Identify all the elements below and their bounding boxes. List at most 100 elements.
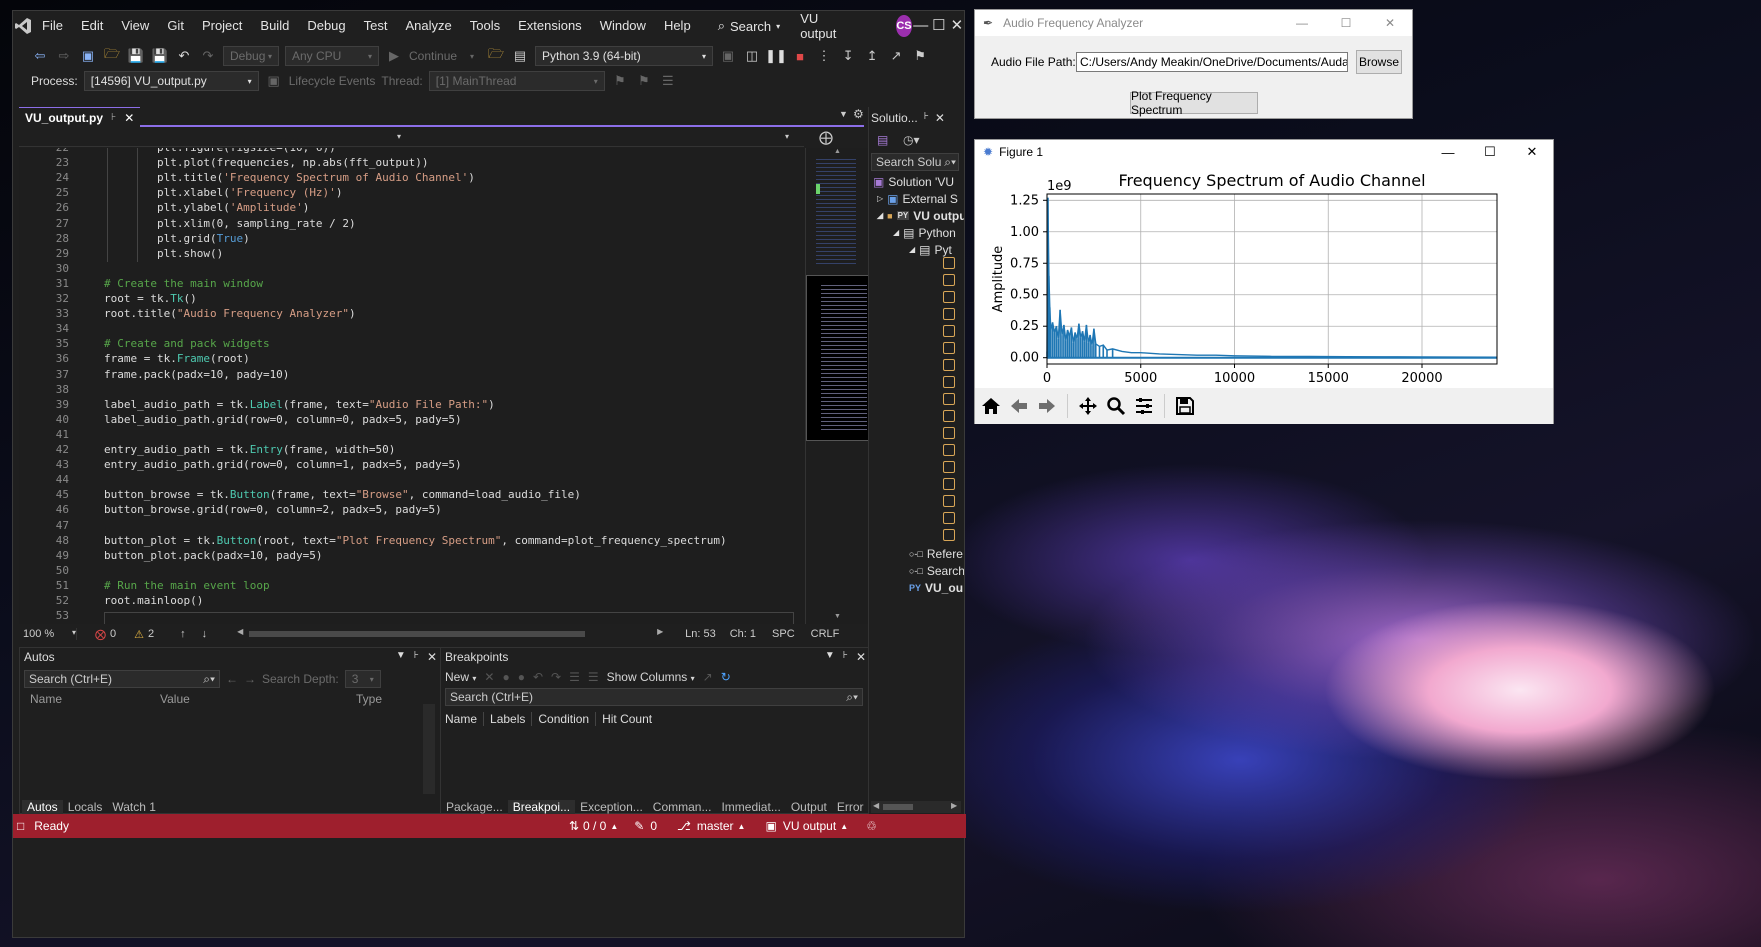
code-line[interactable]: 35 # Create and pack widgets [19,336,799,351]
tree-item-references[interactable]: ○-□ Refere [909,545,963,562]
toggle-all-icon[interactable]: ● [518,670,525,684]
package-icon[interactable] [943,512,955,524]
pan-icon[interactable] [1076,394,1100,418]
package-icon[interactable] [943,291,955,303]
menu-test[interactable]: Test [355,11,397,41]
branch-name[interactable]: master [697,819,734,833]
code-line[interactable]: 41 [19,427,799,442]
menu-git[interactable]: Git [158,11,193,41]
code-line[interactable]: 37 frame.pack(padx=10, pady=10) [19,367,799,382]
package-icon[interactable] [943,393,955,405]
step-into-icon[interactable]: ↧ [839,47,857,65]
platform-dropdown[interactable]: Any CPU ▾ [285,46,379,66]
tree-item-python-env[interactable]: ◢ ▤ Pyt [909,241,952,258]
error-count[interactable]: 0 [110,628,116,640]
minimap-viewport[interactable] [806,275,872,441]
save-icon[interactable] [1173,394,1197,418]
minimize-button[interactable]: — [912,11,930,41]
audio-path-input[interactable]: C:/Users/Andy Meakin/OneDrive/Documents/… [1076,52,1348,72]
continue-button[interactable]: Continue [409,49,457,63]
chevron-down-icon[interactable]: ▾ [463,47,481,65]
collapse-icon[interactable]: ◢ [893,228,899,237]
pin-icon[interactable]: ⊦ [924,111,929,125]
code-line[interactable]: 31 # Create the main window [19,276,799,291]
package-icon[interactable] [943,495,955,507]
new-project-icon[interactable]: ▣ [79,47,97,65]
column-labels[interactable]: Labels [484,712,533,726]
scroll-left-icon[interactable]: ◀ [237,627,243,636]
scroll-right-icon[interactable]: ▶ [951,801,957,810]
package-icon[interactable] [943,274,955,286]
minimize-button[interactable]: — [1280,16,1324,30]
package-icon[interactable] [943,325,955,337]
package-icon[interactable] [943,461,955,473]
new-breakpoint-button[interactable]: New ▾ [445,670,476,684]
code-line[interactable]: 34 [19,321,799,336]
package-icon[interactable] [943,444,955,456]
code-line[interactable]: 47 [19,518,799,533]
char-indicator[interactable]: Ch: 1 [730,628,756,640]
column-name[interactable]: Name [445,712,485,726]
column-name[interactable]: Name [30,692,160,706]
menu-build[interactable]: Build [251,11,298,41]
tab-list-dropdown-icon[interactable]: ▼ [839,109,848,119]
layout-icon[interactable]: ◫ [743,47,761,65]
warning-count[interactable]: 2 [148,628,154,640]
code-line[interactable]: 49 button_plot.pack(padx=10, pady=5) [19,548,799,563]
code-line[interactable]: 40 label_audio_path.grid(row=0, column=0,… [19,412,799,427]
spectrum-chart[interactable]: 0 5000 10000 15000 20000 0.00 0.25 0.50 0.75 1.00… [975,164,1553,388]
menu-file[interactable]: File [33,11,72,41]
close-icon[interactable]: ✕ [935,111,945,125]
step-out-icon[interactable]: ↥ [863,47,881,65]
toggle-icon[interactable]: ● [502,670,509,684]
pin-icon[interactable]: ⊦ [414,650,419,664]
git-sync-icon[interactable]: ⇅ [569,819,579,833]
open-folder-icon[interactable]: 🗁 [103,46,121,65]
search-depth-dropdown[interactable]: 3 ▾ [344,670,381,688]
code-line[interactable]: 26 plt.ylabel('Amplitude') [19,200,799,215]
thread-dropdown[interactable]: [1] MainThread ▾ [428,71,605,91]
refresh-icon[interactable]: ↻ [721,670,731,684]
history-icon[interactable]: ◷▾ [903,133,920,147]
minimap[interactable]: ▲ ▼ [805,148,872,624]
code-line[interactable]: 27 plt.xlim(0, sampling_rate / 2) [19,216,799,231]
horizontal-scrollbar[interactable]: ◀ ▶ [237,627,667,639]
notification-bell-icon[interactable]: ♲ [866,819,877,833]
dropdown-icon[interactable]: ▼ [396,650,406,664]
package-icon[interactable] [943,342,955,354]
configuration-dropdown[interactable]: Debug ▾ [223,46,279,66]
code-line[interactable]: 30 [19,261,799,276]
feedback-icon[interactable]: ⚑ [911,47,929,65]
package-icon[interactable] [943,257,955,269]
close-button[interactable]: ✕ [1511,144,1553,160]
gear-icon[interactable]: ⚙ [853,107,864,121]
pin-icon[interactable]: ⊦ [843,650,848,664]
close-icon[interactable]: ✕ [427,650,437,664]
vertical-scrollbar[interactable] [423,704,435,794]
save-icon[interactable]: 💾 [127,47,145,65]
collapse-icon[interactable]: ◢ [877,211,883,220]
code-line[interactable]: 39 label_audio_path = tk.Label(frame, tex… [19,397,799,412]
next-issue-icon[interactable]: ↓ [202,628,208,640]
python-environment-dropdown[interactable]: Python 3.9 (64-bit) ▾ [535,46,714,66]
dropdown-icon[interactable]: ▼ [825,650,835,664]
redo-icon[interactable]: ↷ [199,47,217,65]
breakpoints-search-input[interactable]: Search (Ctrl+E) ⌕▾ [445,688,863,706]
show-columns-button[interactable]: Show Columns ▾ [607,670,695,684]
repository-icon[interactable]: ▣ [765,819,776,833]
menu-view[interactable]: View [112,11,158,41]
tab-watch1[interactable]: Watch 1 [107,800,161,814]
chevron-down-icon[interactable]: ▾ [397,132,401,141]
menu-tools[interactable]: Tools [461,11,509,41]
tree-item-project[interactable]: ◢ ■PYVU output [877,207,964,224]
column-value[interactable]: Value [160,692,356,706]
zoom-dropdown[interactable]: 100 % ▾ [19,628,77,640]
code-editor[interactable]: 22 plt.figure(figsize=(10, 6))23 plt.plo… [19,148,809,624]
tree-item-python-environments[interactable]: ◢ ▤ Python [893,224,956,241]
delete-icon[interactable]: ✕ [484,670,494,684]
line-ending-indicator[interactable]: CRLF [811,628,840,640]
tab-vu-output[interactable]: VU_output.py ⊦ ✕ [19,107,141,127]
back-icon[interactable] [1007,394,1031,418]
undo-icon[interactable]: ↶ [175,47,193,65]
code-line[interactable]: 23 plt.plot(frequencies, np.abs(fft_outp… [19,155,799,170]
